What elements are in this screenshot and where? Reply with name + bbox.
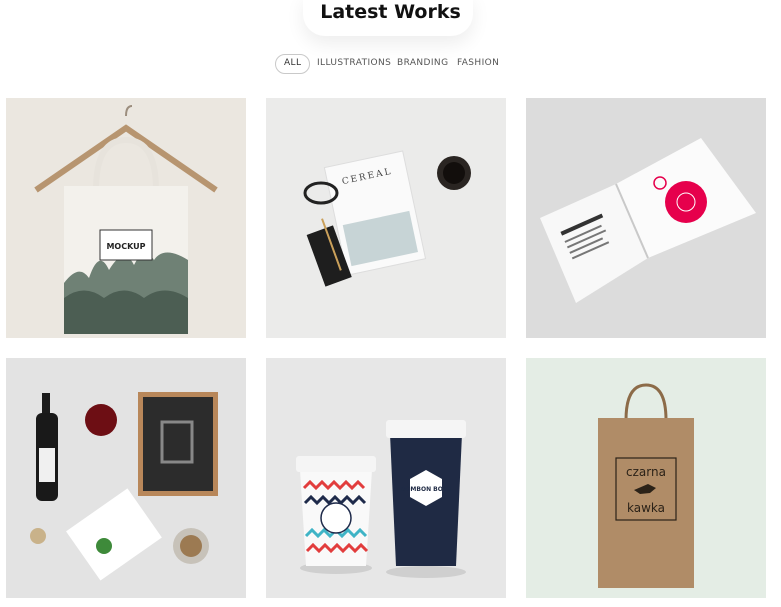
work-cereal-magazine[interactable]: CEREAL [266,98,506,338]
work-coffee-cups[interactable]: BOMBON BOSS [266,358,506,598]
work-paper-bag[interactable]: czarna kawka [526,358,766,598]
open-booklet-image [526,98,766,338]
work-wine-branding[interactable] [6,358,246,598]
cereal-magazine-image: CEREAL [266,98,506,338]
work-tote-bag[interactable]: MOCKUP [6,98,246,338]
paper-bag-image: czarna kawka [526,358,766,598]
czarna-text: czarna [626,465,666,479]
tote-mockup-text: MOCKUP [106,242,145,251]
section-header: Latest Works [0,0,781,40]
filter-fashion[interactable]: FASHION [457,54,499,72]
coffee-cups-image: BOMBON BOSS [266,358,506,598]
work-open-booklet[interactable] [526,98,766,338]
filter-illustrations[interactable]: ILLUSTRATIONS [317,54,391,72]
portfolio-filters: ALL ILLUSTRATIONS BRANDING FASHION [0,54,781,74]
tote-bag-image: MOCKUP [6,98,246,338]
kawka-text: kawka [627,501,665,515]
filter-branding[interactable]: BRANDING [397,54,448,72]
section-title: Latest Works [320,1,461,23]
filter-all[interactable]: ALL [275,54,311,74]
bombon-boss-text: BOMBON BOSS [401,486,451,493]
wine-branding-image [6,358,246,598]
